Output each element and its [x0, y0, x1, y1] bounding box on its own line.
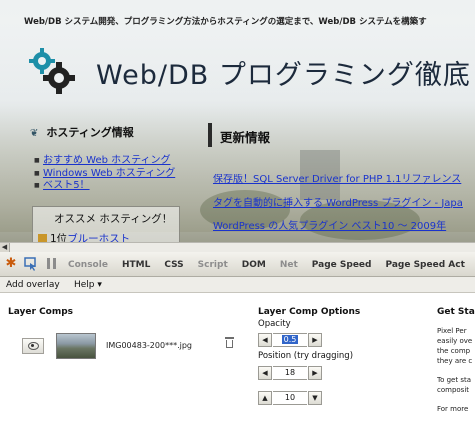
site-title: Web/DB プログラミング徹底: [96, 60, 471, 91]
tab-css[interactable]: CSS: [164, 260, 183, 270]
update-link[interactable]: タグを自動的に挿入する WordPress プラグイン - Japa: [213, 198, 475, 211]
get-started-text: To get sta: [437, 376, 471, 384]
pixel-perfect-panel: Layer Comps Layer Comp Options Get Star …: [0, 293, 475, 441]
layer-comps-heading: Layer Comps: [8, 307, 74, 317]
layer-name: IMG00483-200***.jpg: [106, 341, 192, 350]
tab-page-speed-activity[interactable]: Page Speed Act: [385, 260, 464, 270]
firebug-toolbar: ✱ Console HTML CSS Script DOM Net Page S…: [0, 252, 475, 277]
medal-icon: [38, 234, 47, 242]
hosting-link-list: おすすめ Web ホスティング Windows Web ホスティング ベスト5！: [34, 155, 175, 193]
opacity-decrease-arrow-icon[interactable]: ◀: [258, 333, 272, 347]
promo-rank: 1位ブルーホスト: [38, 231, 130, 242]
promo-link[interactable]: ブルーホスト: [67, 233, 130, 242]
position-y-up-arrow-icon[interactable]: ▲: [258, 391, 272, 405]
hosting-link-continued[interactable]: ベスト5！: [34, 180, 175, 193]
position-x-input[interactable]: 18: [273, 366, 307, 380]
firebug-tabs: Console HTML CSS Script DOM Net Page Spe…: [68, 252, 475, 276]
leaf-icon: ❦: [30, 128, 39, 139]
tab-net[interactable]: Net: [280, 260, 298, 270]
get-started-text: the comp: [437, 347, 471, 355]
site-logo-gears-icon: [29, 48, 75, 94]
horizontal-scrollbar[interactable]: ◀: [0, 242, 475, 252]
hosting-link[interactable]: おすすめ Web ホスティング: [34, 155, 175, 168]
get-started-text: they are c: [437, 357, 473, 365]
firebug-bug-icon[interactable]: ✱: [4, 257, 18, 271]
panel-menubar: Add overlay Help ▾: [0, 277, 475, 293]
tab-html[interactable]: HTML: [122, 260, 150, 270]
tab-page-speed[interactable]: Page Speed: [312, 260, 372, 270]
updates-heading: 更新情報: [208, 123, 468, 147]
hosting-link[interactable]: Windows Web ホスティング: [34, 168, 175, 181]
rank-label: 1位: [50, 233, 68, 242]
tab-console[interactable]: Console: [68, 260, 108, 270]
site-tagline: Web/DB システム開発、プログラミング方法からホスティングの選定まで、Web…: [24, 17, 427, 27]
hosting-heading: ❦ ホスティング情報: [30, 124, 134, 140]
updates-list: 保存版！SQL Server Driver for PHP 1.1リファレンス …: [213, 174, 475, 242]
opacity-value: 0.5: [281, 335, 299, 344]
inspect-icon[interactable]: [24, 257, 38, 271]
webpage-viewport: Web/DB システム開発、プログラミング方法からホスティングの選定まで、Web…: [0, 0, 475, 242]
tab-dom[interactable]: DOM: [242, 260, 266, 270]
get-started-heading: Get Star: [437, 307, 475, 317]
opacity-input[interactable]: 0.5: [273, 333, 307, 347]
hosting-heading-label: ホスティング情報: [46, 126, 134, 139]
get-started-text: easily ove: [437, 337, 473, 345]
position-y-stepper[interactable]: ▲ 10 ▼: [258, 391, 322, 405]
update-link[interactable]: 保存版！SQL Server Driver for PHP 1.1リファレンス: [213, 174, 475, 187]
position-x-decrease-arrow-icon[interactable]: ◀: [258, 366, 272, 380]
layer-thumbnail[interactable]: [56, 333, 96, 359]
layer-comp-options-heading: Layer Comp Options: [258, 307, 361, 317]
toggle-visibility-eye-icon[interactable]: [22, 338, 44, 354]
opacity-increase-arrow-icon[interactable]: ▶: [308, 333, 322, 347]
opacity-stepper[interactable]: ◀ 0.5 ▶: [258, 333, 322, 347]
get-started-text: Pixel Per: [437, 327, 467, 335]
get-started-text: composit: [437, 386, 470, 394]
opacity-label: Opacity: [258, 319, 291, 329]
get-started-text: For more: [437, 405, 469, 413]
help-menu[interactable]: Help ▾: [74, 277, 102, 293]
add-overlay-menu[interactable]: Add overlay: [6, 277, 60, 293]
scroll-left-arrow-icon[interactable]: ◀: [0, 243, 10, 252]
update-link[interactable]: WordPress の人気プラグイン ベスト10 ～ 2009年: [213, 221, 475, 234]
pause-icon[interactable]: [47, 257, 57, 271]
position-label: Position (try dragging): [258, 351, 354, 361]
position-x-stepper[interactable]: ◀ 18 ▶: [258, 366, 322, 380]
position-x-increase-arrow-icon[interactable]: ▶: [308, 366, 322, 380]
position-y-down-arrow-icon[interactable]: ▼: [308, 391, 322, 405]
layer-row[interactable]: IMG00483-200***.jpg: [14, 329, 244, 363]
trash-icon[interactable]: [225, 337, 234, 348]
promo-title: オススメ ホスティング！: [54, 213, 173, 225]
position-y-input[interactable]: 10: [273, 391, 307, 405]
tab-script[interactable]: Script: [198, 260, 228, 270]
